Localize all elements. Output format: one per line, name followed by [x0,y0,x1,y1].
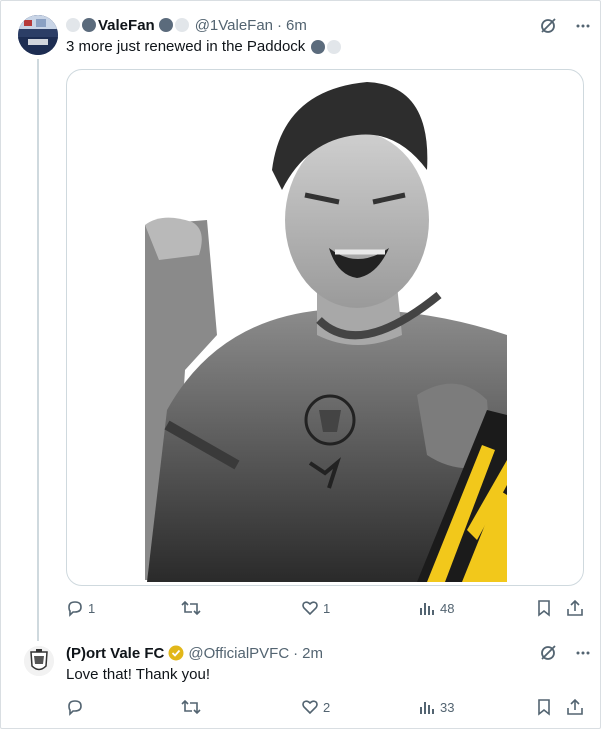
emoji-icon [158,18,173,32]
repost-icon [181,599,201,617]
views-count: 33 [440,699,455,715]
tweet-text: 3 more just renewed in the Paddock [66,38,306,55]
display-name[interactable]: (P)ort Vale FC [66,645,164,662]
user-avatar[interactable] [18,15,58,55]
emoji-icon [327,39,342,54]
thread-connector-line [37,59,39,641]
tweet-header: (P)ort Vale FC @OfficialPVFC · 2m [66,643,323,663]
repost-button[interactable] [181,698,201,716]
share-icon [566,698,584,716]
tweet-thread: ValeFan @1ValeFan · 6m 3 more just renew… [0,0,601,729]
reply-icon [66,698,84,716]
reply-button[interactable]: 1 [66,599,95,617]
tweet-actions-bar: 2 33 [66,698,586,718]
share-button[interactable] [566,698,584,716]
reply-icon [66,599,84,617]
reply-count: 1 [88,600,96,616]
tweet-top-icons [539,17,591,35]
reply-button[interactable] [66,698,84,716]
emoji-icon [82,18,96,32]
share-button[interactable] [566,599,584,617]
timestamp[interactable]: 6m [286,17,307,34]
like-button[interactable]: 1 [301,599,330,617]
share-icon [566,599,584,617]
verified-badge-icon [168,645,184,661]
tweet-media-image[interactable] [66,69,584,586]
bookmark-icon [536,599,552,617]
tweet-header: ValeFan @1ValeFan · 6m [66,15,307,35]
like-button[interactable]: 2 [301,698,330,716]
grok-icon[interactable] [539,644,557,662]
emoji-icon [66,18,80,32]
bookmark-icon [536,698,552,716]
tweet-text-row: 3 more just renewed in the Paddock [66,38,343,55]
user-handle[interactable]: @1ValeFan [195,17,273,34]
views-button[interactable]: 48 [418,599,454,617]
like-icon [301,698,319,716]
repost-button[interactable] [181,599,201,617]
emoji-icon [174,18,189,32]
display-name[interactable]: ValeFan [98,17,155,34]
more-icon[interactable] [575,645,591,661]
club-crest-avatar[interactable] [24,646,54,676]
grok-icon[interactable] [539,17,557,35]
bookmark-button[interactable] [536,698,552,716]
views-count: 48 [440,600,455,616]
like-count: 2 [323,699,331,715]
like-icon [301,599,319,617]
separator: · [277,16,283,34]
views-button[interactable]: 33 [418,698,454,716]
tweet-top-icons [539,644,591,662]
like-count: 1 [323,600,331,616]
more-icon[interactable] [575,18,591,34]
user-handle[interactable]: @OfficialPVFC [188,645,289,662]
timestamp[interactable]: 2m [302,645,323,662]
emoji-icon [311,39,326,54]
views-icon [418,599,436,617]
bookmark-button[interactable] [536,599,552,617]
views-icon [418,698,436,716]
tweet-actions-bar: 1 1 48 [66,599,586,619]
separator: · [293,644,299,662]
tweet-text: Love that! Thank you! [66,666,210,683]
repost-icon [181,698,201,716]
